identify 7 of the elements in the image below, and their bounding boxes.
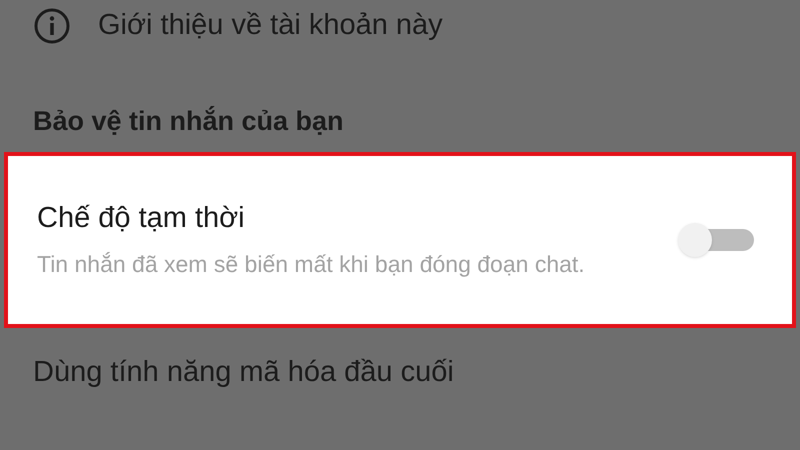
info-icon <box>34 8 70 44</box>
about-account-link[interactable]: Giới thiệu về tài khoản này <box>98 4 443 48</box>
section-header: Bảo vệ tin nhắn của bạn <box>33 104 344 138</box>
encryption-setting-link[interactable]: Dùng tính năng mã hóa đầu cuối <box>33 351 454 395</box>
setting-title: Chế độ tạm thời <box>37 200 246 236</box>
setting-description: Tin nhắn đã xem sẽ biến mất khi bạn đóng đoạn chat. <box>37 250 586 280</box>
toggle-switch[interactable] <box>678 223 754 257</box>
